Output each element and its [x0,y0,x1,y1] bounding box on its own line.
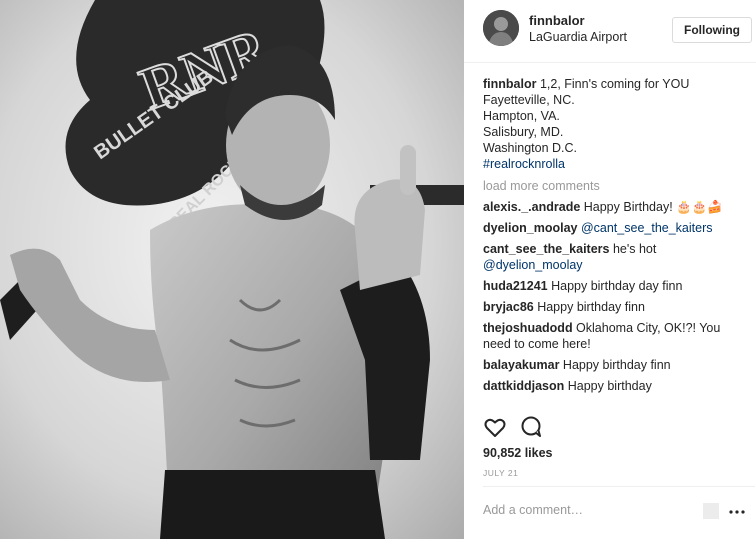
comment-text: Happy Birthday! 🎂🎂🍰 [580,200,723,214]
instagram-post: BULLET CLUB RNR REAL ROCK finnbalor LaGu… [0,0,756,539]
divider [483,486,755,487]
header-username-link[interactable]: finnbalor [529,13,585,28]
post-photo-image: BULLET CLUB RNR REAL ROCK [0,0,464,539]
comment-item: balayakumar Happy birthday finn [483,357,745,373]
load-more-comments-link[interactable]: load more comments [483,178,745,194]
caption-line: Washington D.C. [483,141,578,155]
comment-item: dyelion_moolay @cant_see_the_kaiters [483,220,745,236]
comment-icon[interactable] [519,415,543,439]
comment-mention-link[interactable]: @dyelion_moolay [483,258,583,272]
comment-text: Happy birthday finn [559,358,671,372]
post-sidebar: finnbalor LaGuardia Airport Following fi… [464,0,756,539]
likes-count[interactable]: 90,852 likes [483,446,553,460]
avatar[interactable] [483,10,519,46]
comment-item: alexis._.andrade Happy Birthday! 🎂🎂🍰 [483,199,745,215]
comment-username-link[interactable]: balayakumar [483,358,559,372]
caption-line: Salisbury, MD. [483,125,564,139]
comment-item: bryjac86 Happy birthday finn [483,299,745,315]
comment-item: cant_see_the_kaiters he's hot @dyelion_m… [483,241,745,273]
add-comment-input[interactable] [483,500,693,520]
post-button-box[interactable] [703,503,719,519]
avatar-image [483,10,519,46]
heart-icon[interactable] [483,415,507,439]
comment-username-link[interactable]: cant_see_the_kaiters [483,242,609,256]
caption: finnbalor 1,2, Finn's coming for YOU Fay… [483,76,745,172]
comment-text: he's hot [609,242,657,256]
more-options-icon[interactable] [728,505,746,517]
caption-hashtag-link[interactable]: #realrocknrolla [483,156,745,172]
comment-mention-link[interactable]: @cant_see_the_kaiters [581,221,713,235]
comment-username-link[interactable]: bryjac86 [483,300,534,314]
caption-username-link[interactable]: finnbalor [483,77,536,91]
comment-item: dattkiddjason Happy birthday [483,378,745,394]
comment-text: Happy birthday finn [533,300,645,314]
comment-username-link[interactable]: huda21241 [483,279,548,293]
post-photo[interactable]: BULLET CLUB RNR REAL ROCK [0,0,464,539]
following-button[interactable]: Following [672,17,752,43]
comment-text: Happy birthday day finn [547,279,683,293]
post-date[interactable]: JULY 21 [483,468,518,478]
comment-username-link[interactable]: dattkiddjason [483,379,564,393]
post-header: finnbalor LaGuardia Airport Following [464,0,756,63]
comments-list: finnbalor 1,2, Finn's coming for YOU Fay… [483,76,745,394]
comment-username-link[interactable]: thejoshuadodd [483,321,573,335]
comment-username-link[interactable]: alexis._.andrade [483,200,580,214]
caption-text: 1,2, Finn's coming for YOU [536,77,690,91]
caption-first-line: finnbalor 1,2, Finn's coming for YOU [483,76,745,92]
caption-line: Fayetteville, NC. [483,93,575,107]
comment-item: huda21241 Happy birthday day finn [483,278,745,294]
caption-line: Hampton, VA. [483,109,560,123]
comment-text: Happy birthday [564,379,652,393]
location-link[interactable]: LaGuardia Airport [529,30,627,44]
comment-username-link[interactable]: dyelion_moolay [483,221,577,235]
comment-item: thejoshuadodd Oklahoma City, OK!?! You n… [483,320,745,352]
